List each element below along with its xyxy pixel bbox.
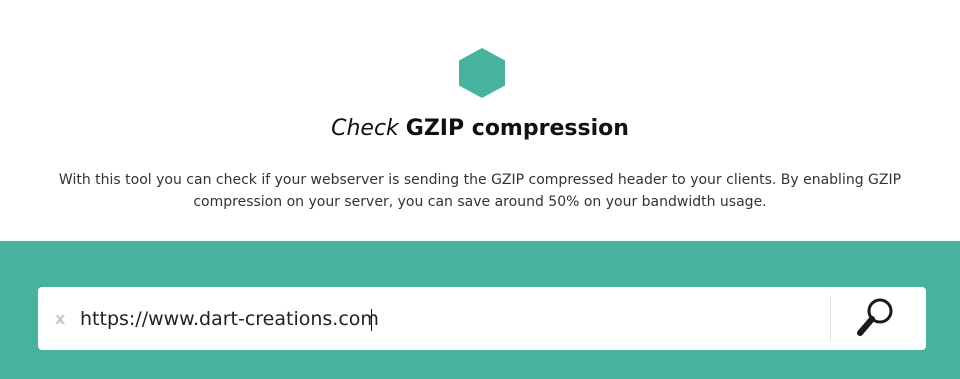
magnifier-icon (857, 298, 893, 336)
title-bold: GZIP compression (405, 116, 629, 141)
page-description: With this tool you can check if your web… (58, 172, 902, 210)
page-title: Check GZIP compression (0, 116, 960, 141)
hexagon-icon (459, 48, 505, 98)
search-divider (830, 295, 831, 341)
url-input[interactable] (80, 300, 810, 338)
title-italic: Check (331, 116, 399, 141)
search-button[interactable] (842, 292, 902, 344)
header-section: Check GZIP compression With this tool yo… (0, 0, 960, 241)
text-caret (371, 309, 372, 331)
page: Check GZIP compression With this tool yo… (0, 0, 960, 379)
clear-button[interactable]: x (55, 309, 65, 328)
